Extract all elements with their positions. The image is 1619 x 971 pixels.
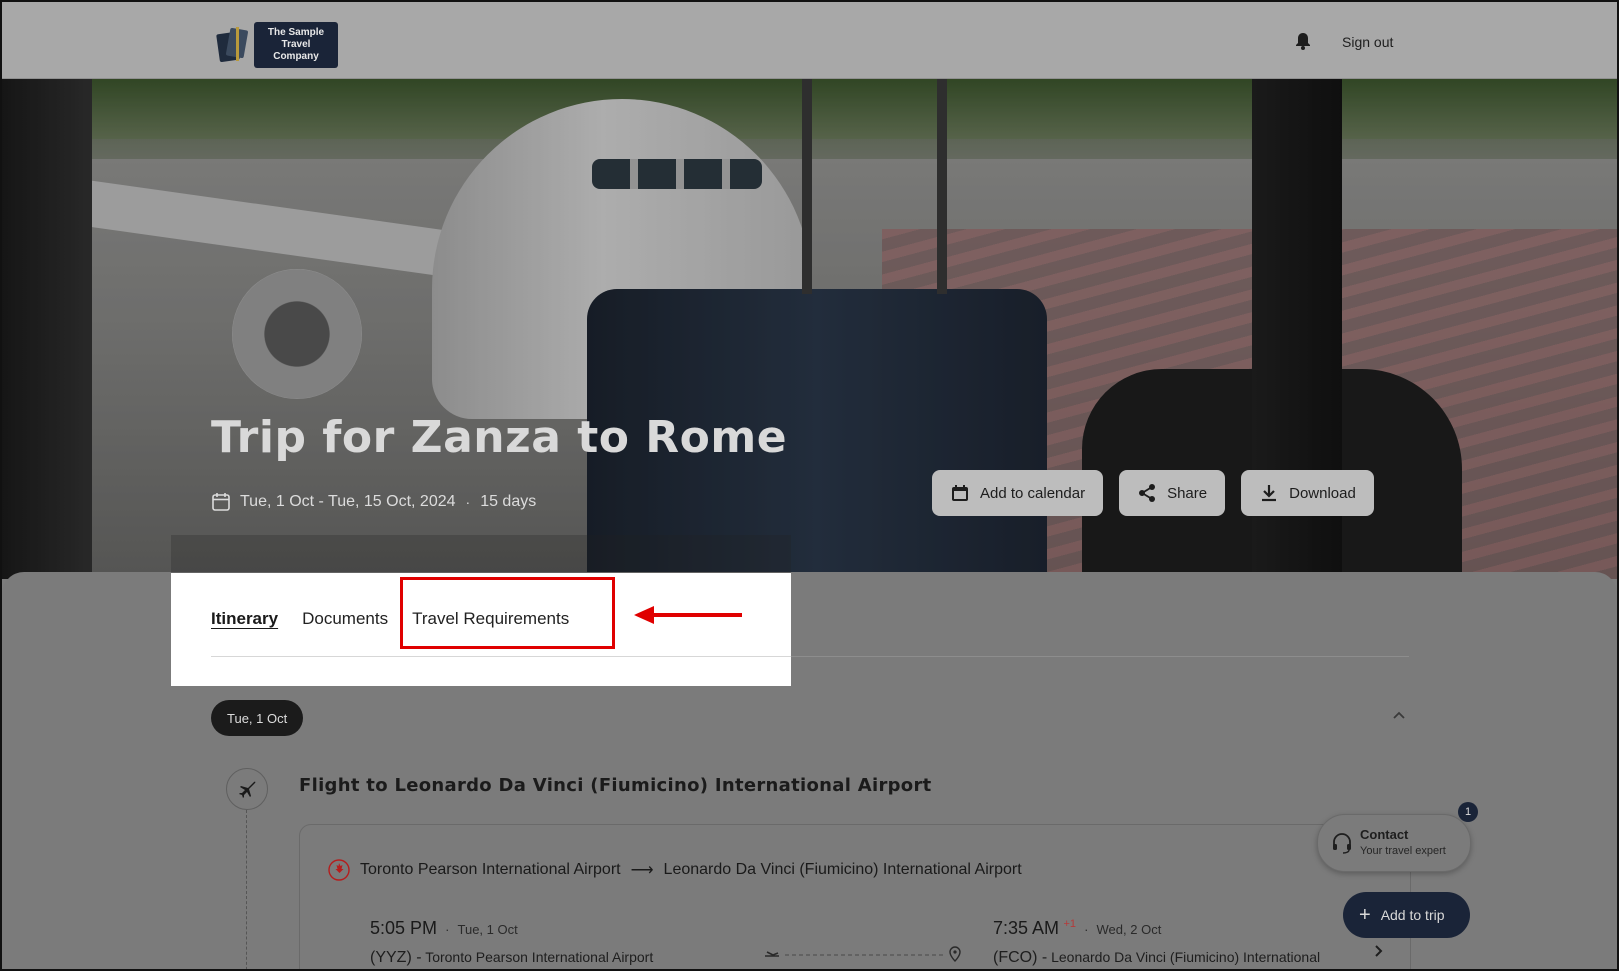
- separator-dot: ·: [1080, 922, 1093, 937]
- sign-out-link[interactable]: Sign out: [1342, 34, 1393, 50]
- day-offset-badge: +1: [1063, 918, 1077, 930]
- contact-expert-button[interactable]: Contact Your travel expert: [1317, 814, 1471, 872]
- contact-title: Contact: [1360, 827, 1409, 842]
- timeline-line: [246, 810, 247, 969]
- arrival-airport: (FCO) - Leonardo Da Vinci (Fiumicino) In…: [993, 949, 1320, 967]
- red-arrow-annotation: [634, 606, 742, 624]
- departure-airport-name: Toronto Pearson International Airport: [425, 949, 654, 965]
- tab-divider-extension: [791, 656, 1409, 657]
- top-navigation-bar: The Sample Travel Company Sign out: [2, 2, 1617, 79]
- share-button[interactable]: Share: [1119, 470, 1226, 516]
- add-to-calendar-label: Add to calendar: [980, 484, 1086, 502]
- separator-dot: ·: [465, 493, 471, 510]
- highlight-box: [400, 577, 615, 649]
- tab-divider: [211, 656, 791, 657]
- contact-subtitle: Your travel expert: [1360, 845, 1446, 857]
- departure-time: 5:05 PM: [370, 918, 438, 938]
- add-to-trip-label: Add to trip: [1380, 907, 1445, 923]
- arrival-code: (FCO) -: [993, 949, 1048, 966]
- route-origin: Toronto Pearson International Airport: [360, 861, 621, 878]
- calendar-icon: [952, 485, 968, 501]
- departure-date: Tue, 1 Oct: [457, 922, 518, 937]
- bell-icon[interactable]: [1295, 32, 1311, 50]
- flight-title: Flight to Leonardo Da Vinci (Fiumicino) …: [299, 775, 932, 796]
- separator-dot: ·: [441, 922, 454, 937]
- date-range: Tue, 1 Oct - Tue, 15 Oct, 2024: [240, 492, 456, 510]
- passport-logo-icon: [214, 27, 250, 63]
- arrival-date: Wed, 2 Oct: [1096, 922, 1162, 937]
- trip-dates: Tue, 1 Oct - Tue, 15 Oct, 2024 · 15 days: [212, 492, 536, 511]
- add-to-trip-button[interactable]: + Add to trip: [1343, 892, 1470, 938]
- chevron-up-icon[interactable]: [1392, 710, 1406, 720]
- headset-icon: [1333, 833, 1351, 854]
- add-to-calendar-button[interactable]: Add to calendar: [932, 470, 1104, 516]
- app-window: The Sample Travel Company Sign out Trip …: [0, 0, 1619, 971]
- notification-badge: 1: [1458, 802, 1478, 822]
- download-icon: [1262, 485, 1277, 502]
- departure-airport: (YYZ) - Toronto Pearson International Ai…: [370, 949, 653, 967]
- calendar-icon: [212, 493, 230, 511]
- share-label: Share: [1167, 484, 1208, 502]
- trip-duration: 15 days: [480, 492, 537, 510]
- arrival-airport-name: Leonardo Da Vinci (Fiumicino) Internatio…: [1051, 949, 1321, 965]
- tab-documents[interactable]: Documents: [302, 609, 388, 629]
- company-logo[interactable]: The Sample Travel Company: [214, 22, 338, 68]
- download-button[interactable]: Download: [1241, 470, 1374, 516]
- download-label: Download: [1289, 484, 1356, 502]
- arrival-time: 7:35 AM: [993, 918, 1060, 938]
- flight-card[interactable]: Toronto Pearson International Airport ⟶ …: [299, 824, 1411, 969]
- tab-itinerary[interactable]: Itinerary: [211, 609, 278, 629]
- trip-actions: Add to calendar Share Download: [932, 470, 1374, 516]
- flight-segment-icon: [226, 768, 268, 810]
- airline-logo-icon: [328, 859, 350, 881]
- route-destination: Leonardo Da Vinci (Fiumicino) Internatio…: [663, 861, 1022, 878]
- share-icon: [1139, 484, 1156, 502]
- company-name: The Sample Travel Company: [254, 22, 338, 68]
- arrow-right-icon: ⟶: [630, 862, 654, 879]
- airplane-icon: [239, 781, 256, 798]
- departure-info: 5:05 PM · Tue, 1 Oct: [370, 918, 518, 939]
- tabs-shadow: [171, 535, 791, 575]
- chevron-right-icon[interactable]: [1374, 944, 1384, 958]
- departure-code: (YYZ) -: [370, 949, 422, 966]
- arrival-info: 7:35 AM +1 · Wed, 2 Oct: [993, 918, 1161, 939]
- flight-path-graphic: [765, 946, 961, 962]
- plus-icon: +: [1359, 904, 1371, 926]
- trip-title: Trip for Zanza to Rome: [211, 412, 788, 463]
- day-chip[interactable]: Tue, 1 Oct: [211, 700, 304, 736]
- flight-route: Toronto Pearson International Airport ⟶ …: [328, 859, 1022, 881]
